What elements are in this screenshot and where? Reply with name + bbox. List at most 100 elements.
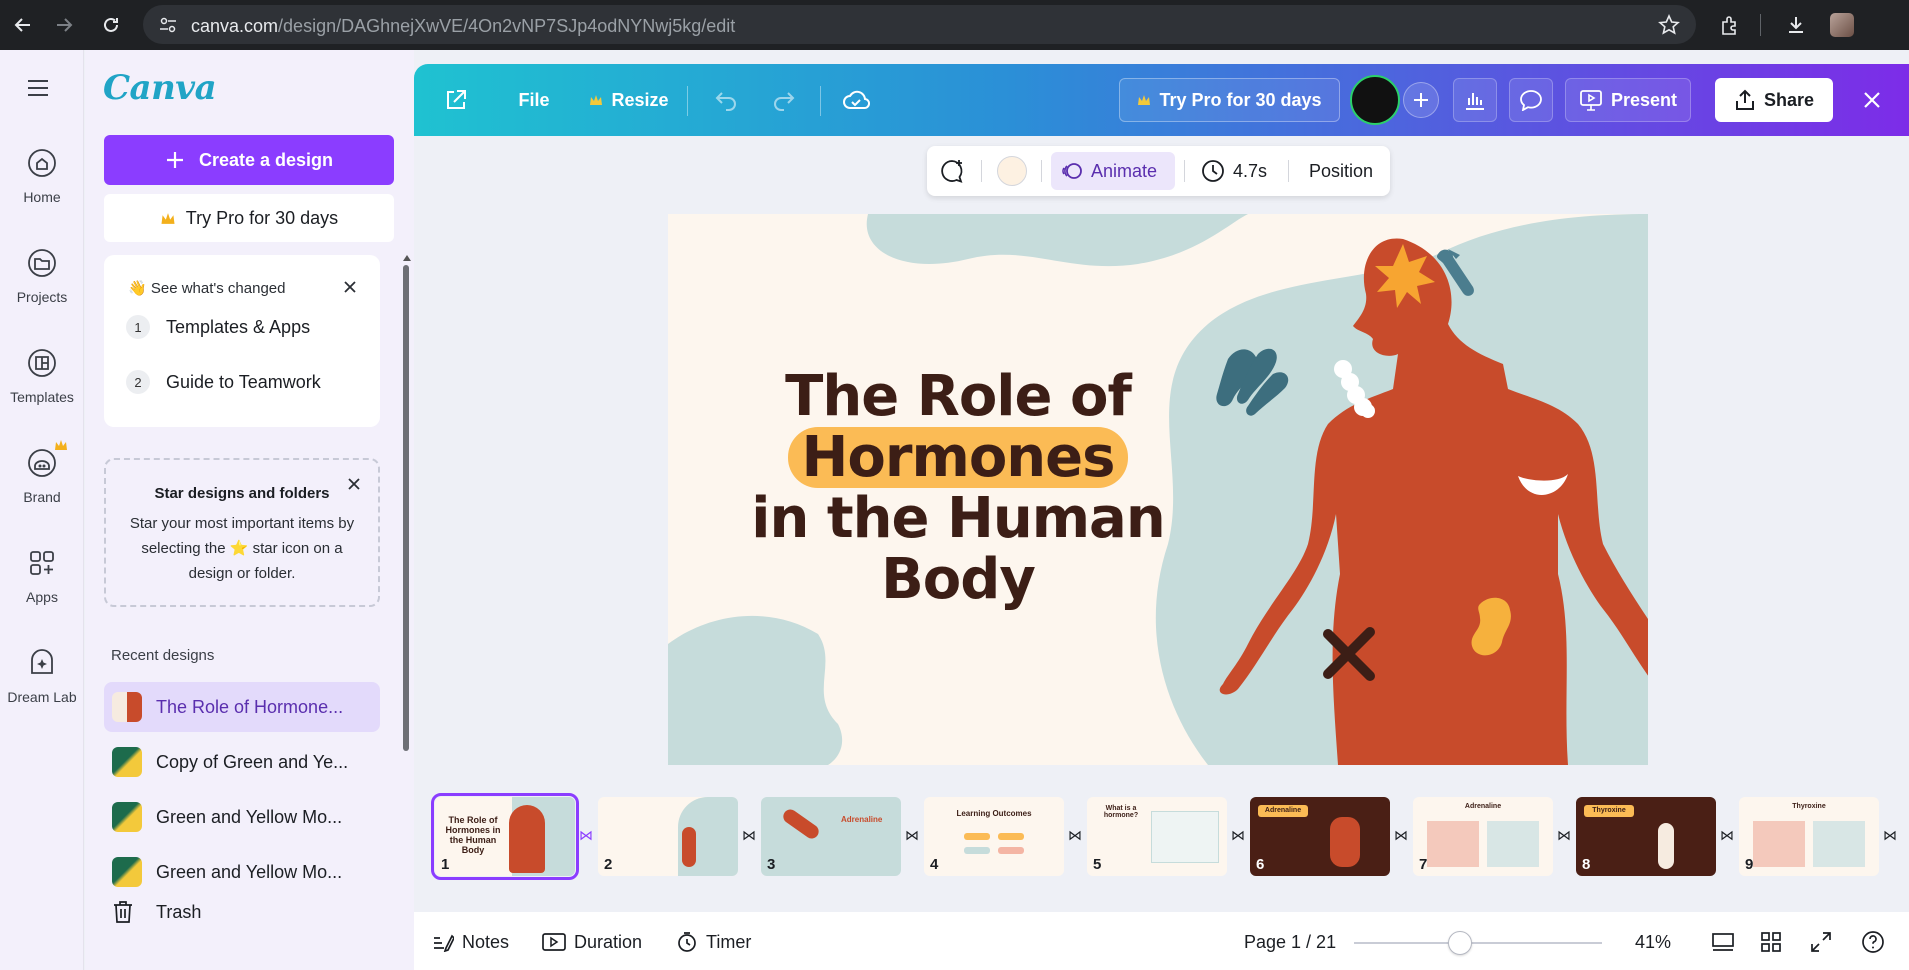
insights-icon[interactable] [1453, 78, 1497, 122]
slide-thumbnail[interactable]: What is a hormone? 5 [1087, 797, 1227, 876]
star-card-title: Star designs and folders [154, 485, 330, 502]
zoom-slider-track[interactable] [1354, 942, 1602, 944]
animate-button[interactable]: Animate [1051, 152, 1175, 190]
transition-icon[interactable]: ⋈ [740, 827, 758, 843]
rail-item-brand[interactable]: Brand [0, 440, 84, 535]
canva-app: Home Projects Templates Brand Apps Dream… [0, 50, 1909, 970]
canva-logo[interactable]: Canva [103, 68, 217, 108]
rail-item-apps[interactable]: Apps [0, 545, 84, 635]
recent-design-item[interactable]: The Role of Hormone... [104, 682, 380, 732]
add-collaborator-icon[interactable] [1403, 82, 1439, 118]
try-pro-label: Try Pro for 30 days [185, 207, 339, 228]
recent-design-item[interactable]: Green and Yellow Mo... [104, 847, 380, 897]
thumb-title: Thyroxine [1792, 803, 1826, 810]
resize-button[interactable]: Resize [574, 78, 684, 122]
close-icon[interactable] [342, 279, 358, 295]
slide-thumbnail[interactable]: Adrenaline 7 [1413, 797, 1553, 876]
profile-avatar[interactable] [1828, 11, 1856, 39]
recent-design-item[interactable]: Green and Yellow Mo... [104, 792, 380, 842]
share-button[interactable]: Share [1715, 78, 1833, 122]
rail-item-dream-lab[interactable]: Dream Lab [0, 645, 84, 735]
file-menu-button[interactable]: File [504, 78, 564, 122]
slide-title[interactable]: The Role of Hormones in the Human Body [748, 366, 1168, 610]
rail-item-home[interactable]: Home [0, 145, 84, 235]
bookmark-star-icon[interactable] [1658, 14, 1680, 36]
close-editor-icon[interactable] [1850, 78, 1894, 122]
user-avatar[interactable] [1350, 75, 1400, 125]
fullscreen-icon[interactable] [1810, 929, 1832, 955]
position-button[interactable]: Position [1299, 152, 1383, 190]
rail-item-projects[interactable]: Projects [0, 245, 84, 335]
forward-icon[interactable] [50, 11, 78, 39]
rail-item-templates[interactable]: Templates [0, 345, 84, 435]
zoom-level[interactable]: 41% [1635, 929, 1671, 955]
zoom-slider-handle[interactable] [1448, 931, 1472, 955]
pages-view-icon[interactable] [1711, 929, 1735, 955]
site-info-icon[interactable] [159, 16, 177, 34]
changes-item[interactable]: 1 Templates & Apps [126, 312, 310, 342]
menu-icon[interactable] [26, 78, 50, 98]
toolbar-divider [687, 86, 688, 116]
timing-button[interactable]: 4.7s [1195, 152, 1285, 190]
whats-changed-card: 👋 See what's changed 1 Templates & Apps … [104, 255, 380, 427]
design-thumbnail [112, 857, 142, 887]
page-indicator[interactable]: Page 1 / 21 [1244, 929, 1336, 955]
try-pro-label: Try Pro for 30 days [1159, 89, 1322, 110]
address-bar[interactable]: canva.com/design/DAGhnejXwVE/4On2vNP7SJp… [143, 5, 1696, 44]
timer-label: Timer [706, 931, 752, 952]
design-thumbnail [112, 802, 142, 832]
notes-button[interactable]: Notes [432, 929, 509, 955]
add-comment-icon[interactable] [937, 156, 967, 186]
try-pro-toolbar-button[interactable]: Try Pro for 30 days [1119, 78, 1340, 122]
thumb-title: Adrenaline [1258, 805, 1308, 817]
editor: File Resize Try Pro for 30 days Present … [414, 64, 1909, 970]
trash-item[interactable]: Trash [104, 895, 201, 929]
present-button[interactable]: Present [1565, 78, 1691, 122]
help-icon[interactable] [1861, 929, 1885, 955]
slide-thumbnail[interactable]: Adrenaline 6 [1250, 797, 1390, 876]
rail-label: Brand [23, 489, 61, 505]
redo-icon[interactable] [762, 78, 806, 122]
trash-icon [114, 901, 132, 923]
transition-icon[interactable]: ⋈ [1392, 827, 1410, 843]
changes-item[interactable]: 2 Guide to Teamwork [126, 367, 321, 397]
panel-scrollbar[interactable] [403, 255, 411, 755]
transition-icon[interactable]: ⋈ [1229, 827, 1247, 843]
thumb-number: 1 [441, 856, 450, 873]
duration-button[interactable]: Duration [542, 929, 642, 955]
resize-label: Resize [611, 89, 669, 110]
slide-thumbnail[interactable]: Thyroxine 9 [1739, 797, 1879, 876]
back-icon[interactable] [9, 11, 37, 39]
transition-icon[interactable]: ⋈ [577, 827, 595, 843]
transition-icon[interactable]: ⋈ [1066, 827, 1084, 843]
slide-thumbnail[interactable]: The Role of Hormones in the Human Body 1 [431, 793, 579, 880]
transition-icon[interactable]: ⋈ [1881, 827, 1899, 843]
slide-thumbnail[interactable]: Thyroxine 8 [1576, 797, 1716, 876]
item-label: Guide to Teamwork [166, 371, 321, 392]
reload-icon[interactable] [97, 11, 125, 39]
slide-thumbnail[interactable]: Adrenaline 3 [761, 797, 901, 876]
thumb-number: 9 [1745, 856, 1754, 873]
duration-value: 4.7s [1233, 160, 1268, 181]
try-pro-button[interactable]: Try Pro for 30 days [104, 194, 394, 242]
background-color-swatch[interactable] [997, 156, 1027, 186]
transition-icon[interactable]: ⋈ [903, 827, 921, 843]
comment-icon[interactable] [1509, 78, 1553, 122]
thumb-number: 8 [1582, 856, 1591, 873]
slide-thumbnail[interactable]: Learning Outcomes 4 [924, 797, 1064, 876]
thumb-title: Adrenaline [1464, 803, 1502, 810]
home-link-icon[interactable] [434, 78, 478, 122]
transition-icon[interactable]: ⋈ [1555, 827, 1573, 843]
slide-thumbnail[interactable]: 2 [598, 797, 738, 876]
timer-button[interactable]: Timer [676, 929, 751, 955]
transition-icon[interactable]: ⋈ [1718, 827, 1736, 843]
download-icon[interactable] [1782, 11, 1810, 39]
recent-design-item[interactable]: Copy of Green and Ye... [104, 737, 380, 787]
url-text: canva.com/design/DAGhnejXwVE/4On2vNP7SJp… [191, 16, 736, 36]
extensions-icon[interactable] [1716, 11, 1744, 39]
slide-canvas[interactable]: The Role of Hormones in the Human Body [668, 214, 1648, 765]
cloud-saved-icon[interactable] [834, 78, 878, 122]
create-design-button[interactable]: Create a design [104, 135, 394, 185]
grid-view-icon[interactable] [1760, 929, 1782, 955]
undo-icon[interactable] [704, 78, 748, 122]
